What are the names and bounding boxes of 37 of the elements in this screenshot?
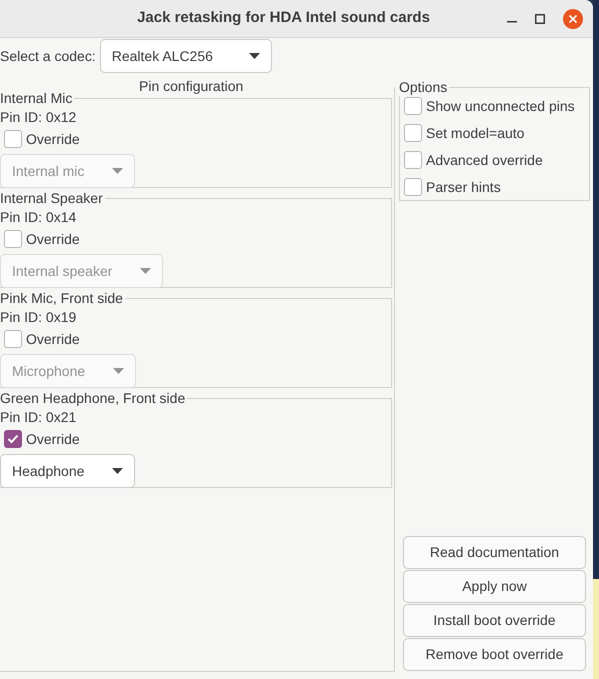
action-button[interactable]: Read documentation — [403, 536, 586, 569]
caret-icon — [248, 53, 260, 59]
action-button[interactable]: Apply now — [403, 570, 586, 603]
action-button[interactable]: Install boot override — [403, 604, 586, 637]
option-label: Set model=auto — [426, 124, 524, 142]
option-label: Parser hints — [426, 178, 501, 196]
pin-function-dropdown[interactable]: Headphone — [0, 454, 136, 488]
option-label: Advanced override — [426, 150, 543, 170]
checkmark-icon — [7, 434, 19, 444]
checkbox[interactable] — [4, 230, 22, 248]
action-button[interactable]: Remove boot override — [403, 638, 586, 671]
checkbox[interactable] — [404, 178, 422, 196]
caret-icon — [112, 168, 124, 174]
override-label: Override — [26, 130, 80, 148]
minimize-icon[interactable] — [507, 20, 517, 22]
pin-id: Pin ID: 0x14 — [0, 208, 76, 226]
checkbox[interactable] — [404, 97, 422, 115]
codec-dropdown[interactable]: Realtek ALC256 — [100, 39, 272, 73]
option-label: Show unconnected pins — [426, 96, 575, 116]
maximize-icon[interactable] — [535, 14, 545, 24]
checkbox[interactable] — [4, 430, 22, 448]
override-label: Override — [26, 330, 80, 348]
override-label: Override — [26, 230, 80, 248]
pin-id: Pin ID: 0x12 — [0, 108, 76, 126]
override-label: Override — [26, 430, 80, 448]
close-icon[interactable] — [563, 8, 583, 28]
checkbox[interactable] — [4, 130, 22, 148]
caret-icon — [112, 468, 124, 474]
window-title: Jack retasking for HDA Intel sound cards — [137, 8, 430, 28]
codec-label: Select a codec: — [0, 46, 96, 66]
caret-icon — [113, 368, 124, 374]
pin-id: Pin ID: 0x19 — [0, 308, 76, 326]
checkbox[interactable] — [404, 124, 422, 142]
caret-icon — [140, 268, 152, 274]
checkbox[interactable] — [4, 330, 22, 348]
pin-id: Pin ID: 0x21 — [0, 408, 76, 426]
checkbox[interactable] — [404, 151, 422, 169]
